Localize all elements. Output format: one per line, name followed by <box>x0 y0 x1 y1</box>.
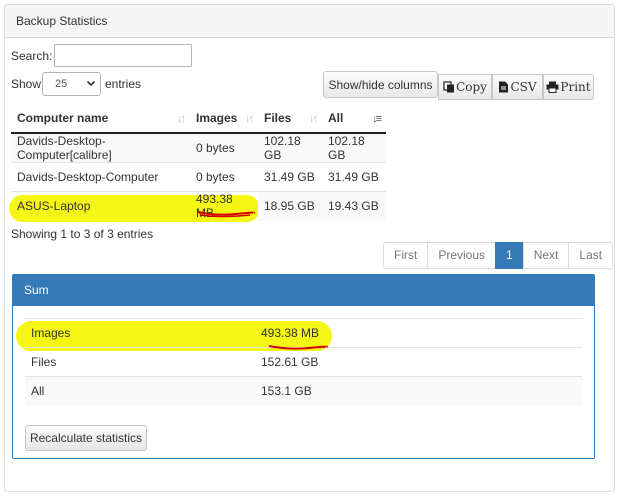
cell-files: 18.95 GB <box>258 191 322 221</box>
cell-files: 31.49 GB <box>258 162 322 192</box>
entries-per-page-value: 25 <box>55 78 68 90</box>
sum-label: Files <box>25 347 255 377</box>
pagination-previous[interactable]: Previous <box>427 242 497 269</box>
cell-all: 102.18 GB <box>322 132 386 163</box>
column-header-label: All <box>328 111 344 125</box>
print-button[interactable]: Print <box>543 74 594 100</box>
table-row: ASUS-Laptop 493.38 MB 18.95 GB 19.43 GB <box>11 191 386 221</box>
show-label: Show <box>11 77 42 91</box>
entries-label: entries <box>105 77 142 91</box>
backup-statistics-table: Computer name ↓↑ Images ↓↑ Files ↓↑ All … <box>11 104 386 221</box>
cell-all: 19.43 GB <box>322 191 386 221</box>
cell-computer-name: ASUS-Laptop <box>11 191 190 221</box>
sum-table: Images 493.38 MB Files 152.61 GB All 153… <box>25 318 582 406</box>
sum-panel: Sum Images 493.38 MB Files 152.61 GB All… <box>12 274 595 459</box>
pagination-page-current[interactable]: 1 <box>495 242 524 269</box>
sort-icon: ↓↑ <box>309 113 318 125</box>
copy-label: Copy <box>456 80 487 94</box>
sum-row: Files 152.61 GB <box>25 347 582 377</box>
sum-label: All <box>25 376 255 406</box>
panel-title: Backup Statistics <box>5 5 614 38</box>
sum-row: Images 493.38 MB <box>25 318 582 348</box>
search-input[interactable] <box>54 44 192 67</box>
column-header-computer-name[interactable]: Computer name ↓↑ <box>11 104 190 134</box>
entries-per-page-select[interactable]: 25 <box>42 72 101 96</box>
sort-descending-icon: ↓≡ <box>372 113 382 125</box>
copy-icon <box>443 81 455 93</box>
pagination-last[interactable]: Last <box>568 242 614 269</box>
table-row: Davids-Desktop-Computer[calibre] 0 bytes… <box>11 132 386 163</box>
sum-panel-title: Sum <box>13 275 594 306</box>
cell-computer-name: Davids-Desktop-Computer[calibre] <box>11 132 190 163</box>
cell-images: 0 bytes <box>190 162 258 192</box>
pagination-next[interactable]: Next <box>522 242 570 269</box>
csv-label: CSV <box>510 80 537 94</box>
table-info-text: Showing 1 to 3 of 3 entries <box>11 227 154 241</box>
cell-images: 493.38 MB <box>190 191 258 221</box>
pagination: First Previous 1 Next Last <box>383 242 614 269</box>
sum-label: Images <box>25 318 255 348</box>
column-header-images[interactable]: Images ↓↑ <box>190 104 258 134</box>
print-label: Print <box>560 80 591 94</box>
cell-computer-name: Davids-Desktop-Computer <box>11 162 190 192</box>
column-header-label: Computer name <box>17 111 109 125</box>
column-header-label: Files <box>264 111 292 125</box>
sum-value: 153.1 GB <box>255 376 582 406</box>
chevron-down-icon <box>86 80 96 87</box>
search-label: Search: <box>11 49 53 63</box>
printer-icon <box>546 81 559 93</box>
cell-files: 102.18 GB <box>258 132 322 163</box>
column-header-all[interactable]: All ↓≡ <box>322 104 386 134</box>
column-header-label: Images <box>196 111 238 125</box>
table-row: Davids-Desktop-Computer 0 bytes 31.49 GB… <box>11 162 386 192</box>
sort-icon: ↓↑ <box>245 113 254 125</box>
csv-file-icon <box>499 81 509 93</box>
table-header-row: Computer name ↓↑ Images ↓↑ Files ↓↑ All … <box>11 104 386 134</box>
sort-icon: ↓↑ <box>177 113 186 125</box>
column-header-files[interactable]: Files ↓↑ <box>258 104 322 134</box>
sum-row: All 153.1 GB <box>25 376 582 406</box>
csv-button[interactable]: CSV <box>492 74 543 100</box>
cell-images: 0 bytes <box>190 132 258 163</box>
sum-value: 152.61 GB <box>255 347 582 377</box>
recalculate-statistics-button[interactable]: Recalculate statistics <box>25 425 147 451</box>
sum-value: 493.38 MB <box>255 318 582 348</box>
show-hide-columns-button[interactable]: Show/hide columns <box>323 71 438 98</box>
copy-button[interactable]: Copy <box>438 74 492 100</box>
pagination-first[interactable]: First <box>383 242 429 269</box>
cell-all: 31.49 GB <box>322 162 386 192</box>
